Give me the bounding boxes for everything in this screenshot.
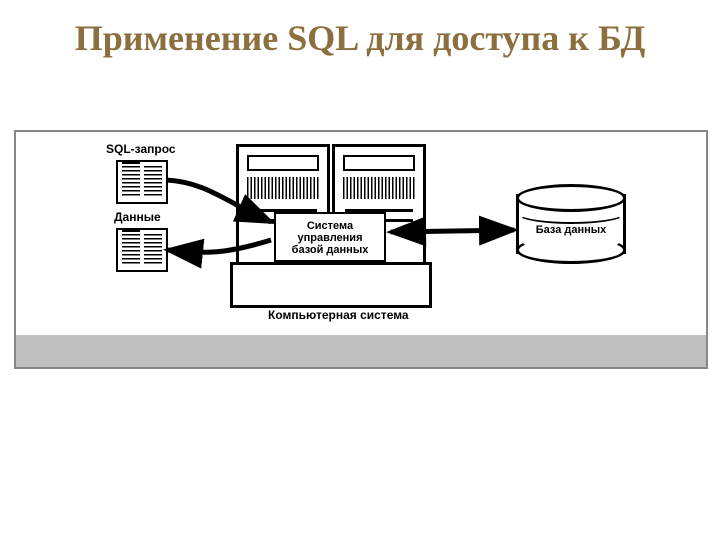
dbms-line3: базой данных xyxy=(276,244,384,256)
frame-footer-band xyxy=(16,335,706,367)
computer-system: Система управления базой данных xyxy=(236,144,426,304)
data-doc xyxy=(116,228,168,272)
computer-base xyxy=(230,262,432,308)
data-label: Данные xyxy=(114,210,161,224)
diagram-frame: SQL-запрос Данные Система управления баз… xyxy=(14,130,708,369)
dbms-line1: Система xyxy=(276,220,384,232)
computer-system-label: Компьютерная система xyxy=(268,308,409,322)
database-label: База данных xyxy=(516,224,626,236)
slide-title: Применение SQL для доступа к БД xyxy=(0,0,720,69)
sql-query-doc xyxy=(116,160,168,204)
sql-query-label: SQL-запрос xyxy=(106,142,176,156)
database-cylinder: База данных xyxy=(516,184,626,264)
dbms-box: Система управления базой данных xyxy=(274,212,386,262)
dbms-line2: управления xyxy=(276,232,384,244)
